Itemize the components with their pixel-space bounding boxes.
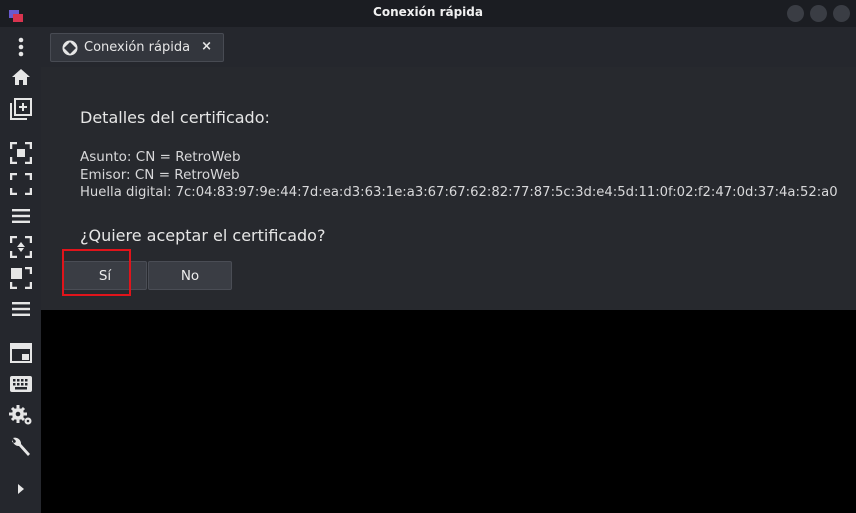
tab-bar: Conexión rápida ×	[41, 27, 856, 67]
maximize-button[interactable]	[810, 5, 827, 22]
window-icon[interactable]	[9, 341, 33, 365]
expand-arrow-icon[interactable]	[9, 477, 33, 501]
dialog-heading: Detalles del certificado:	[80, 108, 270, 127]
home-icon[interactable]	[9, 65, 33, 89]
certificate-issuer: Emisor: CN = RetroWeb	[80, 167, 240, 183]
close-tab-icon[interactable]: ×	[201, 39, 212, 54]
remote-display-area	[41, 310, 856, 513]
tab-label: Conexión rápida	[84, 40, 191, 55]
list-icon[interactable]	[9, 297, 33, 321]
sidebar	[0, 27, 41, 513]
settings-icon[interactable]	[9, 403, 33, 427]
certificate-fingerprint: Huella digital: 7c:04:83:97:9e:44:7d:ea:…	[80, 185, 838, 200]
dialog-question: ¿Quiere aceptar el certificado?	[80, 226, 326, 245]
more-vertical-icon[interactable]	[9, 35, 33, 59]
minimize-button[interactable]	[787, 5, 804, 22]
close-window-button[interactable]	[833, 5, 850, 22]
title-bar: Conexión rápida	[0, 0, 856, 27]
resize-icon[interactable]	[9, 266, 33, 290]
focus-icon[interactable]	[9, 141, 33, 165]
wrench-icon[interactable]	[9, 435, 33, 459]
certificate-dialog: Detalles del certificado: Asunto: CN = R…	[41, 67, 856, 310]
connection-icon	[62, 40, 78, 56]
keyboard-icon[interactable]	[9, 372, 33, 396]
accept-button[interactable]: Sí	[63, 261, 147, 290]
reject-button[interactable]: No	[148, 261, 232, 290]
window-title: Conexión rápida	[373, 5, 483, 19]
tab-quick-connect[interactable]: Conexión rápida ×	[50, 33, 224, 62]
scale-icon[interactable]	[9, 235, 33, 259]
new-tab-icon[interactable]	[9, 97, 33, 121]
fullscreen-icon[interactable]	[9, 172, 33, 196]
list-icon[interactable]	[9, 204, 33, 228]
certificate-subject: Asunto: CN = RetroWeb	[80, 149, 241, 165]
